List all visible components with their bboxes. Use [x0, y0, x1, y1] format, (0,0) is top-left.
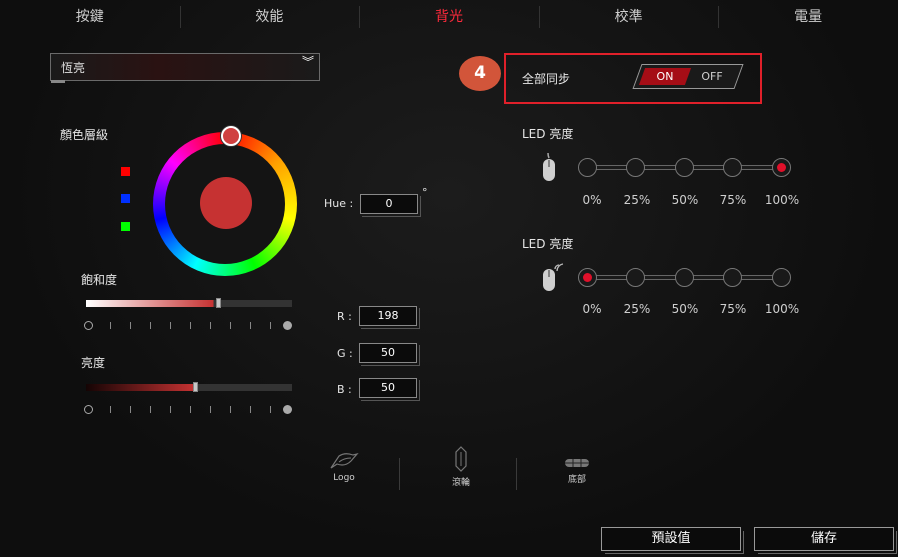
color-wheel-handle[interactable] — [221, 126, 241, 146]
step-badge: 4 — [459, 56, 501, 91]
saturation-label: 飽和度 — [81, 273, 118, 287]
led-wired-selector — [578, 157, 798, 179]
r-label: R : — [337, 310, 352, 323]
led-wireless-level-0[interactable] — [578, 268, 597, 287]
saturation-slider-thumb[interactable] — [215, 298, 221, 308]
brightness-slider[interactable] — [86, 382, 292, 392]
led-brightness-title-wired: LED 亮度 — [522, 127, 574, 141]
default-button[interactable]: 預設值 — [601, 527, 744, 554]
wireless-mouse-icon — [543, 263, 564, 291]
chevron-down-icon: ︾ — [301, 55, 314, 69]
hue-input[interactable]: 0 — [360, 194, 421, 217]
led-wireless-level-50[interactable] — [675, 268, 694, 287]
green-swatch — [121, 222, 130, 231]
hue-label: Hue : — [324, 197, 354, 210]
b-label: B : — [337, 383, 352, 396]
r-input[interactable]: 198 — [359, 306, 420, 329]
saturation-slider[interactable] — [86, 298, 292, 308]
color-level-title: 顏色層級 — [60, 128, 109, 142]
b-input[interactable]: 50 — [359, 378, 420, 401]
brightness-label: 亮度 — [81, 356, 106, 370]
led-wired-pct-75: 75% — [719, 193, 747, 207]
zone-wheel-label: 滾輪 — [451, 478, 470, 488]
led-wired-pct-50: 50% — [671, 193, 699, 207]
zone-bottom[interactable]: 底部 — [547, 457, 607, 485]
led-wired-level-75[interactable] — [723, 158, 742, 177]
blue-swatch — [121, 194, 130, 203]
save-button[interactable]: 儲存 — [754, 527, 897, 554]
led-wired-pct-100: 100% — [764, 193, 800, 207]
led-wireless-level-100[interactable] — [772, 268, 791, 287]
led-wired-pct-0: 0% — [582, 193, 602, 207]
wired-mouse-icon — [543, 152, 555, 181]
led-wireless-pct-75: 75% — [719, 302, 747, 316]
led-wired-level-0[interactable] — [578, 158, 597, 177]
led-brightness-title-wireless: LED 亮度 — [522, 237, 574, 251]
led-wireless-level-75[interactable] — [723, 268, 742, 287]
led-wired-level-50[interactable] — [675, 158, 694, 177]
led-wired-level-100[interactable] — [772, 158, 791, 177]
brightness-slider-thumb[interactable] — [193, 382, 199, 392]
led-wireless-selector — [578, 267, 798, 289]
tab-buttons[interactable]: 按鍵 — [0, 0, 180, 34]
saturation-ticks — [84, 321, 292, 331]
led-wireless-level-25[interactable] — [626, 268, 645, 287]
led-wireless-pct-50: 50% — [671, 302, 699, 316]
tab-calibration[interactable]: 校準 — [538, 0, 719, 34]
current-color-preview — [200, 177, 252, 229]
scroll-wheel-icon — [455, 446, 467, 472]
sync-all-label: 全部同步 — [522, 72, 571, 86]
led-wireless-pct-100: 100% — [764, 302, 800, 316]
tab-power[interactable]: 電量 — [718, 0, 898, 34]
sync-toggle-on[interactable]: ON — [638, 68, 692, 85]
effect-dropdown-value: 恆亮 — [61, 61, 86, 75]
rog-logo-icon — [330, 452, 359, 469]
effect-dropdown[interactable]: 恆亮 ︾ — [50, 53, 320, 83]
led-wireless-pct-0: 0% — [582, 302, 602, 316]
red-swatch — [121, 167, 130, 176]
led-wired-pct-25: 25% — [623, 193, 651, 207]
g-label: G : — [337, 347, 353, 360]
tab-bar: 按鍵 效能 背光 校準 電量 — [0, 0, 898, 34]
dropdown-corner-accent — [51, 80, 65, 83]
sync-toggle[interactable]: ON OFF — [632, 64, 744, 89]
bottom-light-icon — [565, 459, 589, 467]
zone-logo-label: Logo — [333, 473, 355, 483]
tab-lighting[interactable]: 背光 — [359, 0, 539, 34]
degree-symbol: ° — [422, 186, 428, 199]
sync-toggle-off[interactable]: OFF — [687, 68, 737, 85]
zone-logo[interactable]: Logo — [314, 452, 374, 483]
tab-performance[interactable]: 效能 — [179, 0, 360, 34]
g-input[interactable]: 50 — [359, 343, 420, 366]
zone-bottom-label: 底部 — [567, 475, 586, 485]
led-wireless-pct-25: 25% — [623, 302, 651, 316]
color-wheel[interactable] — [153, 132, 297, 276]
zone-wheel[interactable]: 滾輪 — [431, 446, 491, 488]
brightness-ticks — [84, 405, 292, 415]
led-wired-level-25[interactable] — [626, 158, 645, 177]
